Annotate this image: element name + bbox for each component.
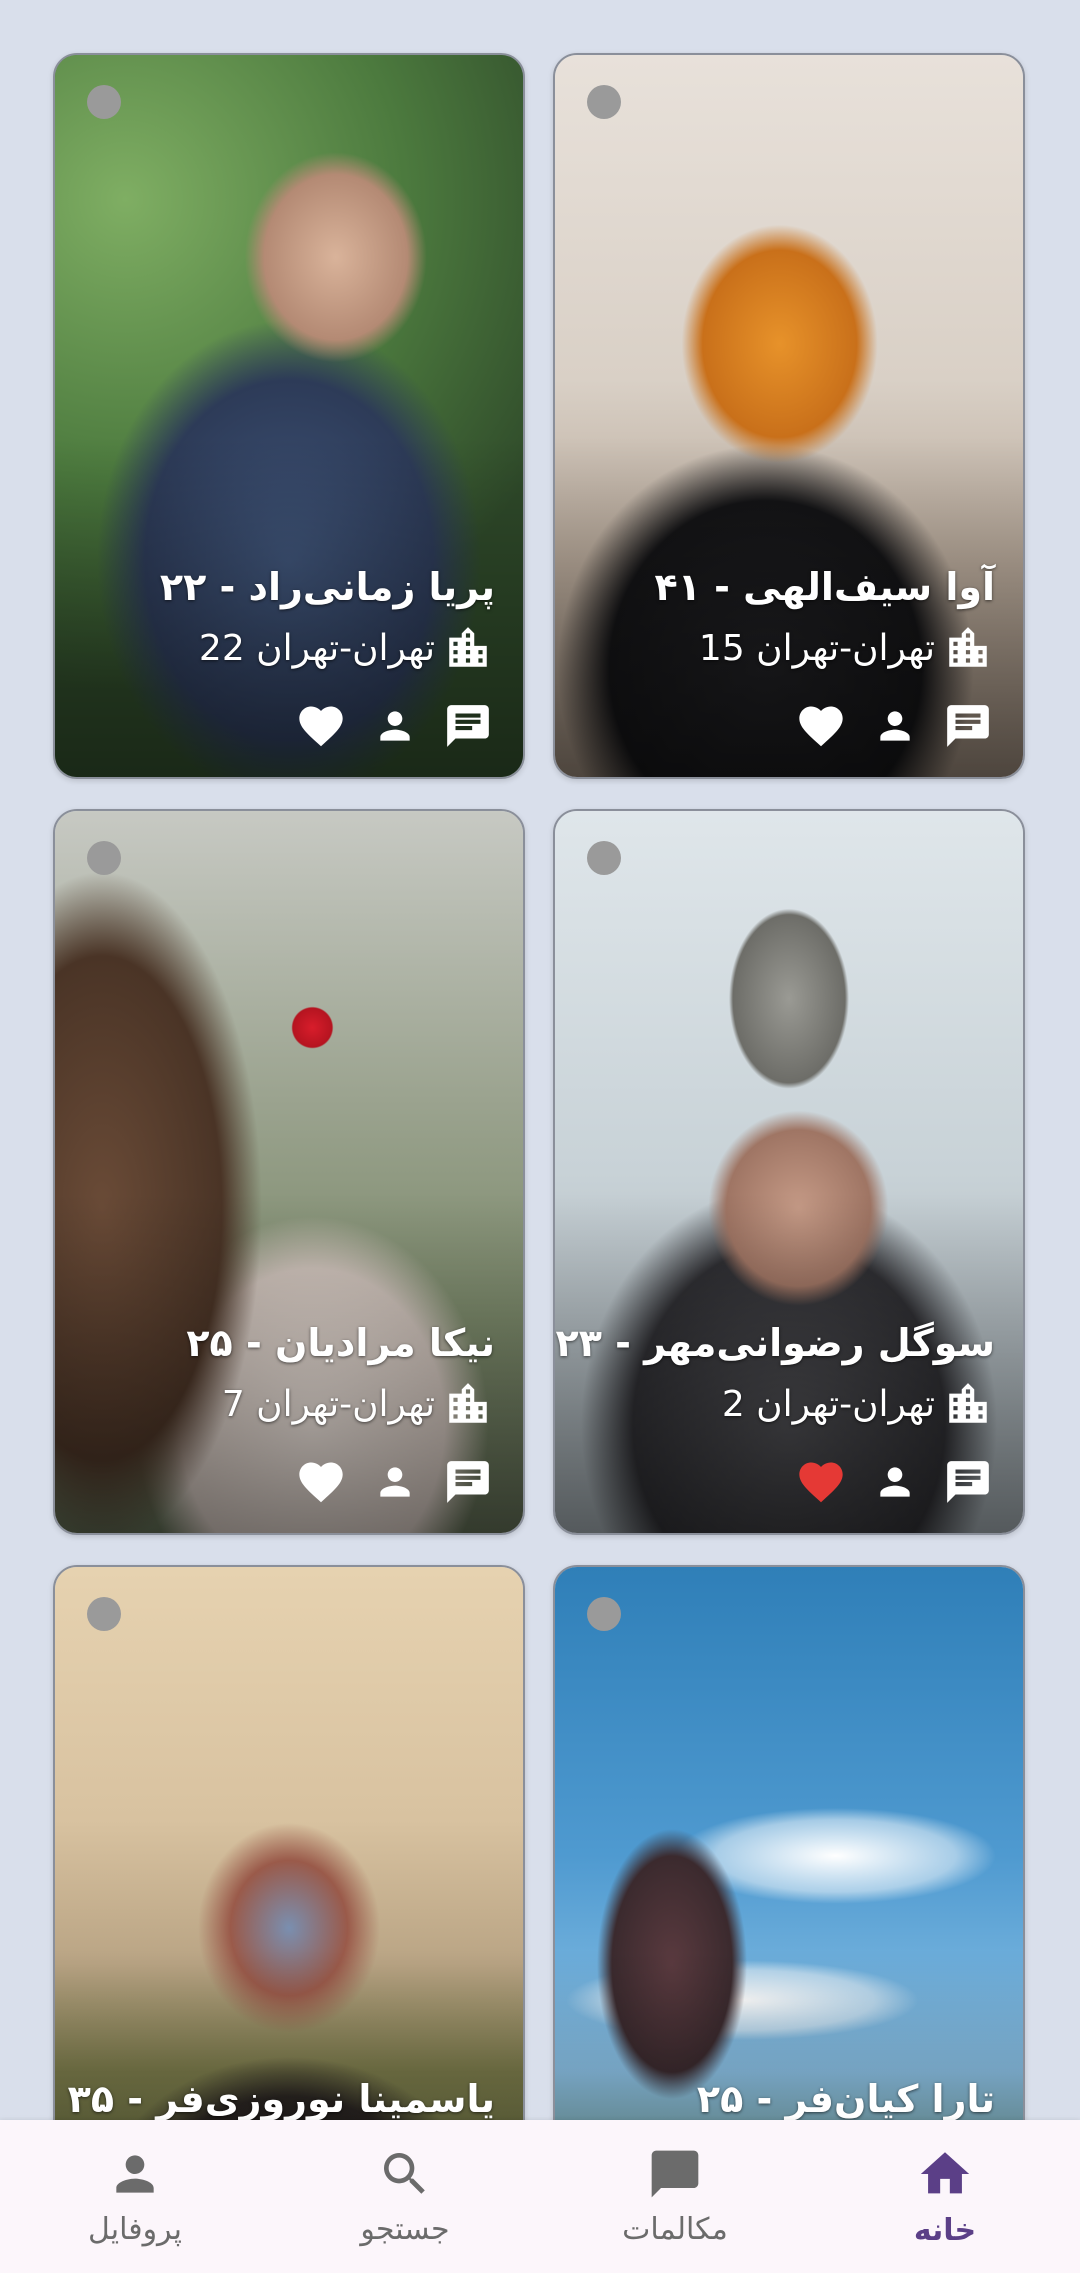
nav-label-home: خانه [913,2213,977,2248]
chat-icon [947,1461,989,1503]
profile-name-age: آوا سیف‌الهی - ۴۱ [654,565,995,609]
app-root: پریا زمانی‌راد - ۲۲ تهران-تهران 22 آوا س… [0,0,1080,2273]
location-text: تهران-تهران 15 [698,627,935,669]
profile-grid: پریا زمانی‌راد - ۲۲ تهران-تهران 22 آوا س… [0,0,1080,2120]
profile-card[interactable]: نیکا مرادیان - ۲۵ تهران-تهران 7 [53,809,525,1535]
profile-card[interactable]: تارا کیان‌فر - ۲۵ [553,1565,1025,2120]
like-button[interactable] [795,1456,847,1508]
profile-name-age: تارا کیان‌فر - ۲۵ [696,2077,995,2120]
like-button[interactable] [295,1456,347,1508]
card-actions [295,700,493,752]
message-button[interactable] [943,1457,993,1507]
profile-name-age: سوگل رضوانی‌مهر - ۲۳ [555,1321,995,1365]
online-status-dot [587,1597,621,1631]
bottom-navigation-bar: پروفایل جستجو مکالمات خانه [0,2120,1080,2273]
location-row: تهران-تهران 7 [222,1379,493,1429]
location-row: تهران-تهران 15 [699,623,993,673]
nav-item-profile[interactable]: پروفایل [0,2120,270,2273]
profile-name-age: نیکا مرادیان - ۲۵ [186,1321,495,1365]
heart-icon [799,1462,843,1503]
online-status-dot [87,1597,121,1631]
person-icon [880,1467,910,1497]
like-button[interactable] [795,700,847,752]
person-icon [380,711,410,741]
view-profile-button[interactable] [873,1460,917,1504]
card-actions [795,1456,993,1508]
message-button[interactable] [443,1457,493,1507]
heart-icon [799,706,843,747]
online-status-dot [87,841,121,875]
view-profile-button[interactable] [873,704,917,748]
nav-item-home[interactable]: خانه [810,2120,1080,2273]
city-buildings-icon [949,627,987,667]
heart-icon [299,706,343,747]
profile-card[interactable]: آوا سیف‌الهی - ۴۱ تهران-تهران 15 [553,53,1025,779]
profile-card[interactable]: پریا زمانی‌راد - ۲۲ تهران-تهران 22 [53,53,525,779]
person-icon [380,1467,410,1497]
location-row: تهران-تهران 2 [722,1379,993,1429]
nav-item-search[interactable]: جستجو [270,2120,540,2273]
city-buildings-icon [449,1383,487,1423]
person-icon [880,711,910,741]
message-button[interactable] [443,701,493,751]
chat-icon [447,1461,489,1503]
online-status-dot [587,85,621,119]
view-profile-button[interactable] [373,704,417,748]
profile-card[interactable]: یاسمینا نوروزی‌فر - ۳۵ [53,1565,525,2120]
city-buildings-icon [449,627,487,667]
chat-icon [947,705,989,747]
location-text: تهران-تهران 7 [221,1383,435,1425]
nav-label-search: جستجو [360,2212,450,2247]
home-icon [920,2152,970,2194]
like-button[interactable] [295,700,347,752]
chat-icon [447,705,489,747]
profile-name-age: پریا زمانی‌راد - ۲۲ [159,565,495,609]
online-status-dot [587,841,621,875]
chat-bubble-icon [651,2150,699,2198]
profile-name-age: یاسمینا نوروزی‌فر - ۳۵ [67,2077,495,2120]
card-actions [295,1456,493,1508]
nav-item-chats[interactable]: مکالمات [540,2120,810,2273]
location-text: تهران-تهران 22 [198,627,435,669]
card-actions [795,700,993,752]
location-row: تهران-تهران 22 [199,623,493,673]
location-text: تهران-تهران 2 [721,1383,935,1425]
person-icon [116,2155,154,2193]
nav-label-profile: پروفایل [88,2212,182,2247]
view-profile-button[interactable] [373,1460,417,1504]
profile-card[interactable]: سوگل رضوانی‌مهر - ۲۳ تهران-تهران 2 [553,809,1025,1535]
message-button[interactable] [943,701,993,751]
heart-icon [299,1462,343,1503]
online-status-dot [87,85,121,119]
nav-label-chats: مکالمات [622,2212,728,2247]
city-buildings-icon [949,1383,987,1423]
search-icon [384,2153,425,2194]
